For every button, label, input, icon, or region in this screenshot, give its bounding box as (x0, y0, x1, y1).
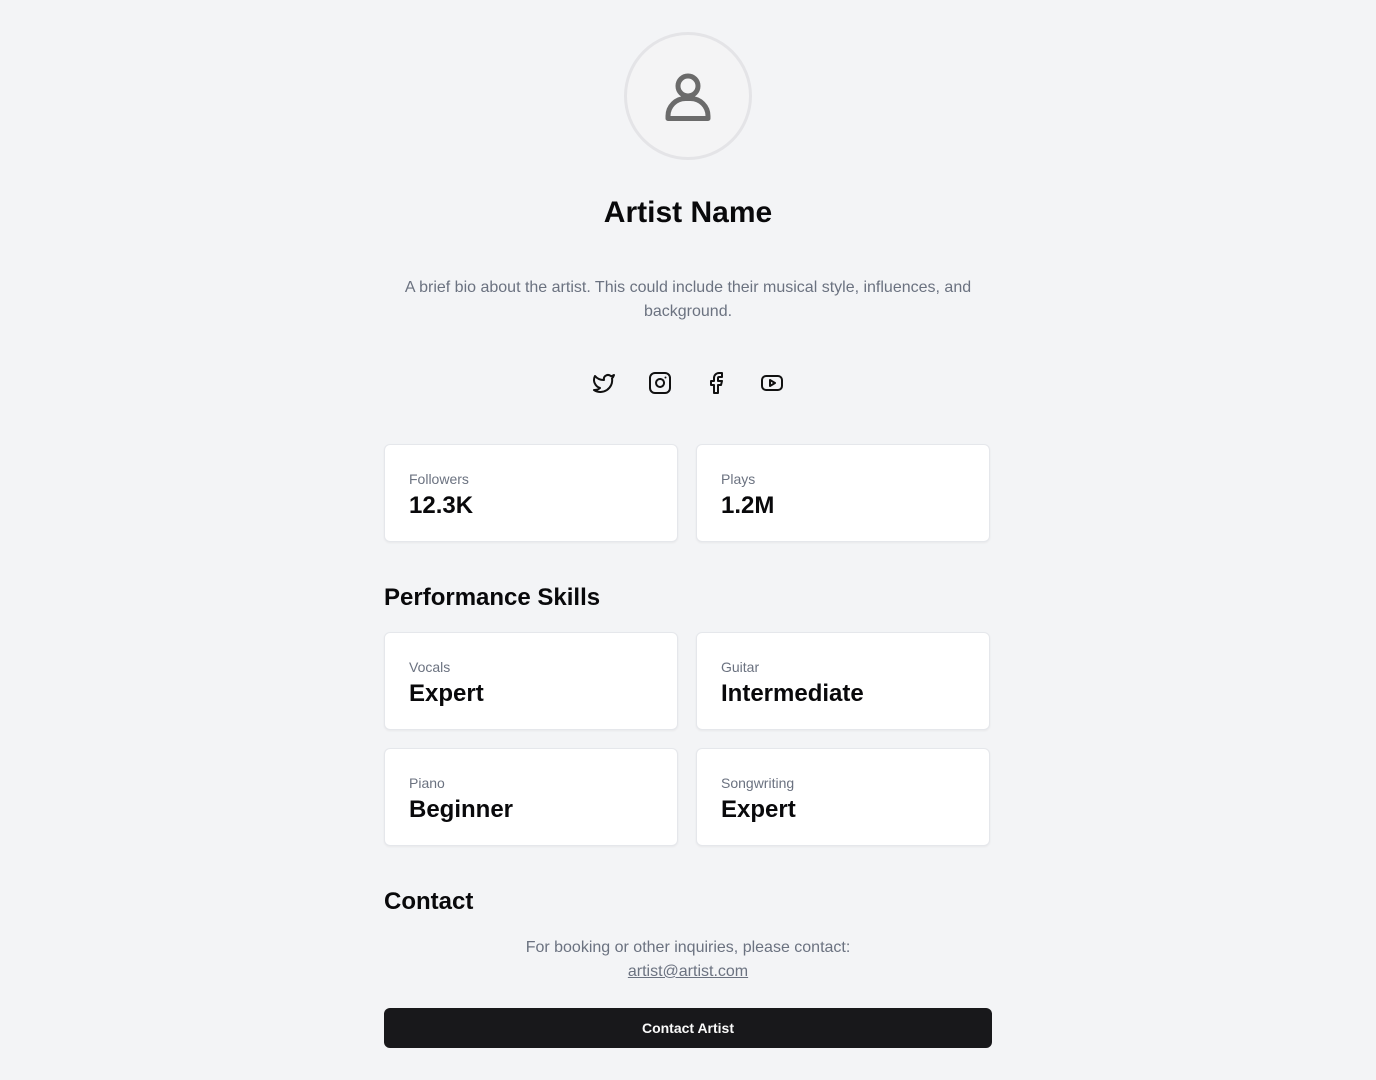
stat-value: 12.3K (409, 492, 474, 519)
artist-name: Artist Name (603, 196, 773, 229)
skill-card-guitar: Guitar Intermediate (696, 632, 990, 730)
stat-label: Followers (409, 471, 469, 487)
skill-level: Expert (721, 796, 796, 823)
skill-level: Intermediate (721, 680, 864, 707)
contact-info: For booking or other inquiries, please c… (384, 936, 992, 984)
facebook-link[interactable] (704, 371, 728, 395)
stat-card-followers: Followers 12.3K (384, 444, 678, 542)
youtube-icon (761, 375, 783, 391)
artist-bio: A brief bio about the artist. This could… (404, 279, 972, 320)
skill-card-vocals: Vocals Expert (384, 632, 678, 730)
skill-label: Piano (409, 775, 445, 791)
contact-section-title: Contact (384, 888, 474, 915)
instagram-link[interactable] (648, 371, 672, 395)
skill-label: Songwriting (721, 775, 795, 791)
skill-card-songwriting: Songwriting Expert (696, 748, 990, 846)
stat-value: 1.2M (721, 492, 775, 519)
skill-label: Guitar (721, 659, 760, 675)
contact-text: For booking or other inquiries, please c… (525, 939, 851, 956)
twitter-icon (593, 374, 615, 393)
instagram-icon (649, 372, 671, 394)
user-icon (665, 73, 711, 121)
skill-level: Beginner (409, 796, 514, 823)
avatar (624, 32, 752, 160)
skill-level: Expert (409, 680, 484, 707)
contact-artist-button[interactable]: Contact Artist (384, 1008, 992, 1048)
skill-card-piano: Piano Beginner (384, 748, 678, 846)
contact-email-link[interactable]: artist@artist.com (628, 963, 748, 980)
skill-label: Vocals (409, 659, 451, 675)
stat-label: Plays (721, 471, 756, 487)
youtube-link[interactable] (760, 371, 784, 395)
twitter-link[interactable] (592, 371, 616, 395)
stat-card-plays: Plays 1.2M (696, 444, 990, 542)
social-links (384, 371, 992, 395)
skills-section-title: Performance Skills (384, 584, 601, 611)
facebook-icon (710, 372, 723, 394)
